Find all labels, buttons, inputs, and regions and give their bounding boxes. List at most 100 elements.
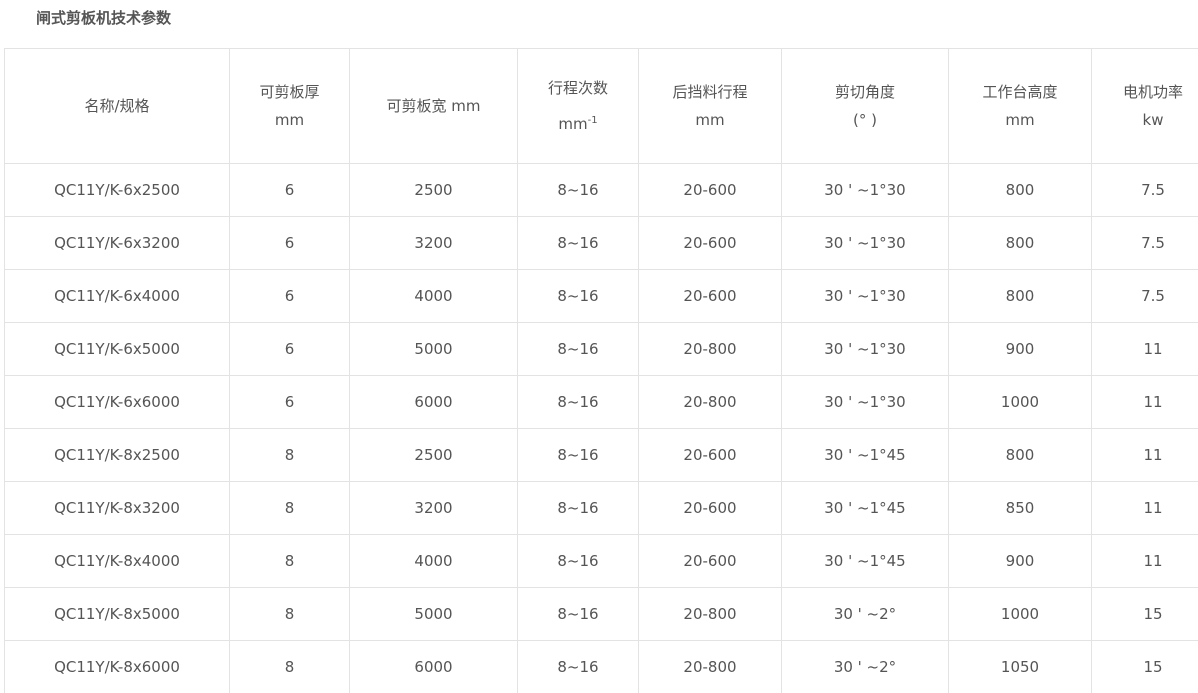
cell-angle: 30 ' ~1°45 [781,481,949,535]
header-backgauge-label: 后挡料行程 [672,83,748,101]
cell-width: 4000 [349,534,518,588]
header-name: 名称/规格 [4,48,230,164]
header-strokes-unit-exponent: -1 [587,115,598,126]
cell-backgauge: 20-600 [638,216,782,270]
table-row: QC11Y/K-6x5000 6 5000 8~16 20-800 30 ' ~… [4,322,1198,376]
cell-power: 11 [1091,322,1198,376]
header-backgauge: 后挡料行程 mm [638,48,782,164]
table-row: QC11Y/K-6x6000 6 6000 8~16 20-800 30 ' ~… [4,375,1198,429]
cell-width: 6000 [349,640,518,693]
header-power-unit: kw [1142,111,1164,129]
cell-thickness: 8 [229,640,350,693]
header-strokes: 行程次数 mm-1 [517,48,639,164]
table-header-row: 名称/规格 可剪板厚 mm 可剪板宽 mm 行程次数 mm-1 后挡料行程 mm [4,48,1198,164]
cell-thickness: 8 [229,428,350,482]
cell-backgauge: 20-600 [638,269,782,323]
cell-thickness: 6 [229,322,350,376]
cell-model: QC11Y/K-8x4000 [4,534,230,588]
cell-table-height: 1000 [948,587,1092,641]
cell-angle: 30 ' ~1°30 [781,375,949,429]
cell-table-height: 900 [948,322,1092,376]
cell-strokes: 8~16 [517,269,639,323]
cell-angle: 30 ' ~2° [781,587,949,641]
cell-model: QC11Y/K-8x5000 [4,587,230,641]
header-table-height-unit: mm [1005,111,1035,129]
cell-angle: 30 ' ~2° [781,640,949,693]
cell-backgauge: 20-600 [638,163,782,217]
cell-table-height: 800 [948,216,1092,270]
cell-angle: 30 ' ~1°30 [781,216,949,270]
cell-model: QC11Y/K-6x4000 [4,269,230,323]
header-backgauge-unit: mm [695,111,725,129]
cell-width: 2500 [349,163,518,217]
cell-model: QC11Y/K-6x5000 [4,322,230,376]
cell-power: 11 [1091,481,1198,535]
cell-backgauge: 20-800 [638,322,782,376]
cell-thickness: 8 [229,534,350,588]
cell-power: 11 [1091,534,1198,588]
cell-strokes: 8~16 [517,375,639,429]
cell-strokes: 8~16 [517,587,639,641]
cell-table-height: 1000 [948,375,1092,429]
table-row: QC11Y/K-6x4000 6 4000 8~16 20-600 30 ' ~… [4,269,1198,323]
table-row: QC11Y/K-8x5000 8 5000 8~16 20-800 30 ' ~… [4,587,1198,641]
table-row: QC11Y/K-6x3200 6 3200 8~16 20-600 30 ' ~… [4,216,1198,270]
cell-power: 7.5 [1091,216,1198,270]
cell-backgauge: 20-600 [638,481,782,535]
cell-strokes: 8~16 [517,481,639,535]
header-thickness: 可剪板厚 mm [229,48,350,164]
cell-angle: 30 ' ~1°45 [781,534,949,588]
cell-table-height: 800 [948,269,1092,323]
cell-width: 5000 [349,322,518,376]
table-row: QC11Y/K-6x2500 6 2500 8~16 20-600 30 ' ~… [4,163,1198,217]
cell-model: QC11Y/K-6x2500 [4,163,230,217]
cell-backgauge: 20-800 [638,375,782,429]
cell-strokes: 8~16 [517,428,639,482]
header-table-height-label: 工作台高度 [982,83,1058,101]
cell-strokes: 8~16 [517,640,639,693]
cell-width: 5000 [349,587,518,641]
cell-table-height: 1050 [948,640,1092,693]
cell-table-height: 800 [948,163,1092,217]
header-name-label: 名称/规格 [84,97,150,115]
cell-thickness: 8 [229,481,350,535]
page-title: 闸式剪板机技术参数 [36,9,172,27]
header-width-label: 可剪板宽 mm [386,97,481,115]
cell-angle: 30 ' ~1°30 [781,322,949,376]
header-power-label: 电机功率 [1122,83,1183,101]
cell-power: 11 [1091,428,1198,482]
header-angle-label: 剪切角度 [834,83,895,101]
cell-angle: 30 ' ~1°45 [781,428,949,482]
cell-table-height: 900 [948,534,1092,588]
cell-strokes: 8~16 [517,322,639,376]
cell-power: 7.5 [1091,269,1198,323]
cell-backgauge: 20-600 [638,428,782,482]
cell-thickness: 6 [229,216,350,270]
cell-backgauge: 20-800 [638,587,782,641]
page: 闸式剪板机技术参数 名称/规格 可剪板厚 mm 可剪板宽 mm 行程次数 mm-… [0,0,1198,693]
cell-power: 7.5 [1091,163,1198,217]
table-row: QC11Y/K-8x6000 8 6000 8~16 20-800 30 ' ~… [4,640,1198,693]
cell-model: QC11Y/K-6x3200 [4,216,230,270]
cell-thickness: 8 [229,587,350,641]
header-strokes-unit-base: mm [558,115,588,133]
header-thickness-unit: mm [274,111,305,129]
cell-model: QC11Y/K-8x6000 [4,640,230,693]
header-strokes-label: 行程次数 [547,79,608,97]
cell-power: 11 [1091,375,1198,429]
header-angle: 剪切角度 (° ) [781,48,949,164]
header-thickness-label: 可剪板厚 [259,83,320,101]
cell-width: 3200 [349,481,518,535]
cell-width: 6000 [349,375,518,429]
header-strokes-unit: mm-1 [522,110,634,138]
cell-thickness: 6 [229,375,350,429]
cell-angle: 30 ' ~1°30 [781,163,949,217]
cell-thickness: 6 [229,163,350,217]
cell-thickness: 6 [229,269,350,323]
cell-width: 4000 [349,269,518,323]
cell-power: 15 [1091,587,1198,641]
cell-width: 2500 [349,428,518,482]
cell-model: QC11Y/K-8x2500 [4,428,230,482]
table-row: QC11Y/K-8x2500 8 2500 8~16 20-600 30 ' ~… [4,428,1198,482]
spec-table: 名称/规格 可剪板厚 mm 可剪板宽 mm 行程次数 mm-1 后挡料行程 mm [4,48,1198,693]
